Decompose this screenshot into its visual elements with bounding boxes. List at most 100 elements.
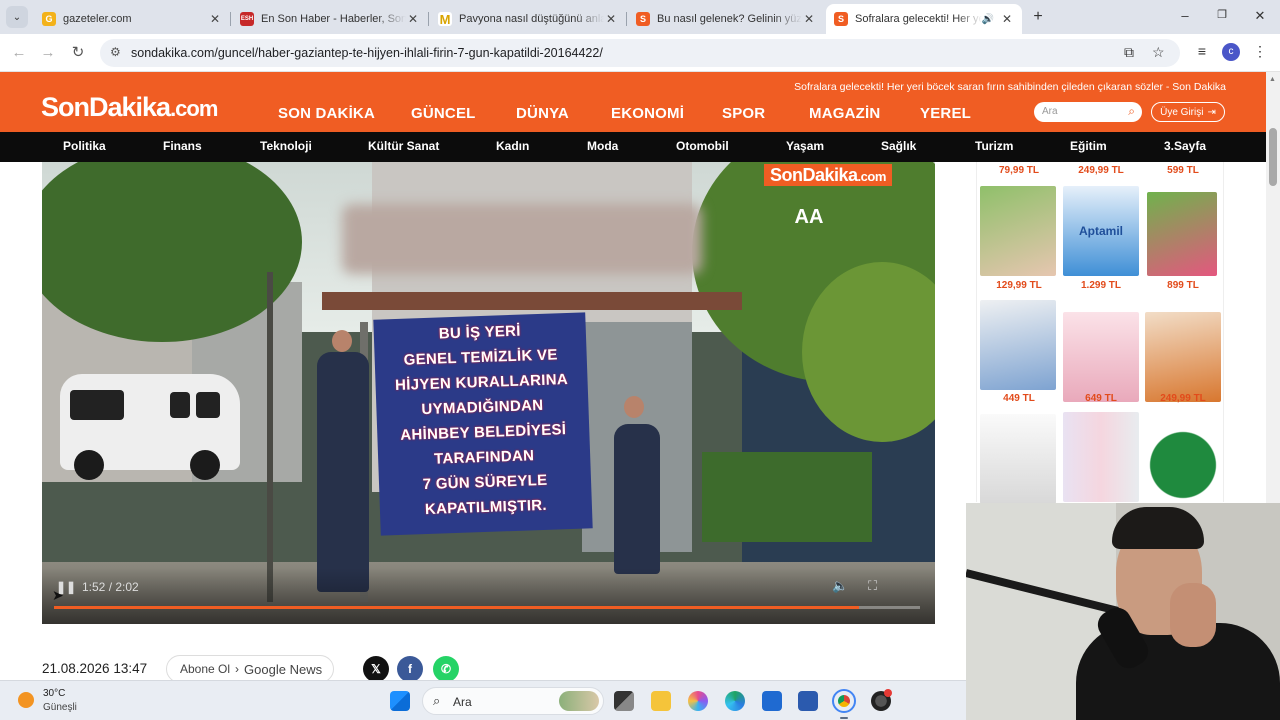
product-image-baby[interactable] bbox=[1145, 312, 1221, 402]
product-image-bodysuits[interactable] bbox=[1063, 412, 1139, 502]
category-teknoloji[interactable]: Teknoloji bbox=[260, 139, 312, 153]
chrome-icon[interactable] bbox=[832, 689, 856, 713]
browser-tab-gazeteler[interactable]: G gazeteler.com ✕ bbox=[34, 4, 230, 34]
headline-ticker[interactable]: Sofralara gelecekti! Her yeri böcek sara… bbox=[794, 81, 1226, 93]
tab-audio-speaker-icon[interactable]: 🔊 bbox=[982, 14, 994, 25]
new-tab-plus-icon[interactable]: + bbox=[1028, 7, 1048, 27]
category-turizm[interactable]: Turizm bbox=[975, 139, 1013, 153]
nav-dunya[interactable]: DÜNYA bbox=[516, 105, 569, 122]
banner-line: HİJYEN KURALLARINA bbox=[394, 371, 569, 395]
nav-spor[interactable]: SPOR bbox=[722, 105, 765, 122]
forward-arrow-icon[interactable]: → bbox=[37, 42, 59, 64]
product-image-dress[interactable] bbox=[1063, 312, 1139, 402]
word-icon[interactable] bbox=[798, 691, 818, 711]
browser-tab-pavyona[interactable]: M Pavyona nasıl düştüğünü anlatan ✕ bbox=[430, 4, 626, 34]
x-share-icon[interactable]: 𝕏 bbox=[363, 656, 389, 682]
video-seek-bar[interactable] bbox=[54, 606, 920, 609]
edge-browser-icon[interactable] bbox=[725, 691, 745, 711]
scroll-up-arrow-icon[interactable]: ▲ bbox=[1269, 76, 1276, 83]
media-controls-icon[interactable]: ≡ bbox=[1192, 43, 1212, 59]
product-price[interactable]: 129,99 TL bbox=[979, 280, 1059, 291]
scrollbar-thumb[interactable] bbox=[1269, 128, 1277, 186]
nav-yerel[interactable]: YEREL bbox=[920, 105, 971, 122]
nav-guncel[interactable]: GÜNCEL bbox=[411, 105, 476, 122]
window-minimize-icon[interactable]: – bbox=[1175, 8, 1195, 23]
banner-line: AHİNBEY BELEDİYESİ bbox=[400, 421, 567, 444]
video-frame-awning bbox=[322, 292, 742, 310]
tab-close-icon[interactable]: ✕ bbox=[1000, 12, 1014, 26]
product-price[interactable]: 249,99 TL bbox=[1143, 393, 1223, 404]
back-arrow-icon[interactable]: ← bbox=[8, 42, 30, 64]
category-kadin[interactable]: Kadın bbox=[496, 139, 529, 153]
store-icon[interactable] bbox=[762, 691, 782, 711]
tab-close-icon[interactable]: ✕ bbox=[802, 12, 816, 26]
windows-start-icon[interactable] bbox=[390, 691, 410, 711]
category-otomobil[interactable]: Otomobil bbox=[676, 139, 729, 153]
category-politika[interactable]: Politika bbox=[63, 139, 106, 153]
window-restore-icon[interactable]: ❐ bbox=[1212, 8, 1232, 21]
volume-icon[interactable]: 🔈 bbox=[832, 578, 848, 594]
install-app-icon[interactable]: ⧉ bbox=[1124, 44, 1134, 61]
file-explorer-icon[interactable] bbox=[651, 691, 671, 711]
url-text[interactable]: sondakika.com/guncel/haber-gaziantep-te-… bbox=[131, 46, 603, 60]
product-price[interactable]: 449 TL bbox=[979, 393, 1059, 404]
category-3-sayfa[interactable]: 3.Sayfa bbox=[1164, 139, 1206, 153]
taskbar-search-box[interactable]: ⌕ Ara bbox=[422, 687, 604, 715]
fullscreen-icon[interactable]: ⛶ bbox=[868, 578, 877, 594]
tab-close-icon[interactable]: ✕ bbox=[406, 12, 420, 26]
browser-tab-en-son-haber[interactable]: ESH En Son Haber - Haberler, Son Dakika … bbox=[232, 4, 428, 34]
browser-tab-gelenek[interactable]: S Bu nasıl gelenek? Gelinin yüz ifadesi … bbox=[628, 4, 824, 34]
tab-search-chevron-icon[interactable]: ⌄ bbox=[6, 6, 28, 28]
product-price[interactable]: 899 TL bbox=[1143, 280, 1223, 291]
product-price[interactable]: 79,99 TL bbox=[979, 165, 1059, 176]
follow-label: Abone Ol bbox=[180, 662, 231, 676]
copilot-icon[interactable] bbox=[688, 691, 708, 711]
browser-tab-strip: ⌄ G gazeteler.com ✕ ESH En Son Haber - H… bbox=[0, 0, 1280, 34]
banner-line: UYMADIĞINDAN bbox=[421, 396, 544, 419]
bookmark-star-icon[interactable]: ☆ bbox=[1152, 44, 1165, 61]
product-price[interactable]: 649 TL bbox=[1061, 393, 1141, 404]
sun-weather-icon[interactable] bbox=[18, 692, 34, 708]
address-bar[interactable]: ⚙ sondakika.com/guncel/haber-gaziantep-t… bbox=[100, 39, 1180, 67]
facebook-share-icon[interactable]: f bbox=[397, 656, 423, 682]
product-image-green-toy[interactable] bbox=[1145, 420, 1221, 510]
product-image-kid-toy[interactable] bbox=[980, 300, 1056, 390]
webcam-person-hair bbox=[1112, 507, 1204, 549]
product-image-formula[interactable]: Aptamil bbox=[1063, 186, 1139, 276]
profile-avatar-icon[interactable]: c bbox=[1222, 43, 1240, 61]
login-button[interactable]: Üye Girişi ⇥ bbox=[1151, 102, 1225, 122]
category-egitim[interactable]: Eğitim bbox=[1070, 139, 1107, 153]
weather-temperature[interactable]: 30°C bbox=[43, 688, 65, 699]
product-price[interactable]: 599 TL bbox=[1143, 165, 1223, 176]
google-news-follow-button[interactable]: Abone Ol › Google News bbox=[166, 655, 334, 683]
product-image-humidifier[interactable] bbox=[980, 414, 1056, 504]
task-view-icon[interactable] bbox=[614, 691, 634, 711]
site-search-input[interactable]: Ara ⌕ bbox=[1034, 102, 1142, 122]
product-price[interactable]: 249,99 TL bbox=[1061, 165, 1141, 176]
product-image-ride-on[interactable] bbox=[1147, 192, 1217, 276]
nav-ekonomi[interactable]: EKONOMİ bbox=[611, 105, 684, 122]
window-close-icon[interactable]: ✕ bbox=[1250, 8, 1270, 24]
category-moda[interactable]: Moda bbox=[587, 139, 618, 153]
category-finans[interactable]: Finans bbox=[163, 139, 202, 153]
nav-son-dakika[interactable]: SON DAKİKA bbox=[278, 105, 375, 122]
reload-icon[interactable]: ↻ bbox=[67, 42, 89, 64]
search-icon: ⌕ bbox=[433, 693, 441, 708]
category-saglik[interactable]: Sağlık bbox=[881, 139, 916, 153]
browser-menu-kebab-icon[interactable]: ⋮ bbox=[1250, 43, 1270, 60]
category-yasam[interactable]: Yaşam bbox=[786, 139, 824, 153]
nav-magazin[interactable]: MAGAZİN bbox=[809, 105, 880, 122]
category-kultur-sanat[interactable]: Kültür Sanat bbox=[368, 139, 439, 153]
search-icon[interactable]: ⌕ bbox=[1128, 104, 1135, 119]
weather-description[interactable]: Güneşli bbox=[43, 702, 77, 713]
tab-close-icon[interactable]: ✕ bbox=[604, 12, 618, 26]
site-logo[interactable]: SonDakika.com bbox=[41, 92, 218, 123]
site-info-tune-icon[interactable]: ⚙ bbox=[110, 45, 121, 59]
video-player[interactable]: BU İŞ YERİ GENEL TEMİZLİK VE HİJYEN KURA… bbox=[42, 162, 935, 624]
product-price[interactable]: 1.299 TL bbox=[1061, 280, 1141, 291]
whatsapp-share-icon[interactable]: ✆ bbox=[433, 656, 459, 682]
tab-close-icon[interactable]: ✕ bbox=[208, 12, 222, 26]
product-image-camera-kid[interactable] bbox=[980, 186, 1056, 276]
browser-tab-sofralara[interactable]: S Sofralara gelecekti! Her yeri 🔊 ✕ bbox=[826, 4, 1022, 34]
video-frame-tree-trunk bbox=[267, 272, 273, 602]
